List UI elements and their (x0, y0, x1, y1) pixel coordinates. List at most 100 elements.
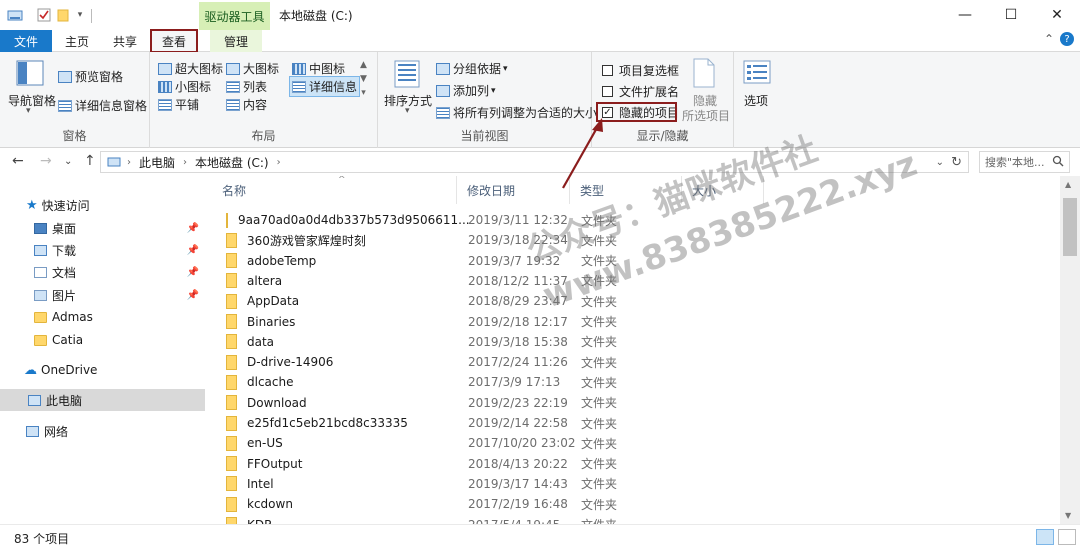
forward-arrow-icon[interactable]: → (40, 153, 52, 169)
back-arrow-icon[interactable]: ← (12, 153, 24, 169)
table-row[interactable]: dlcache 2017/3/9 17:13 文件夹 (212, 372, 1060, 392)
scroll-up-chevron-icon[interactable]: ▲ (1065, 180, 1071, 189)
folder-icon (34, 334, 47, 346)
breadcrumb-local-disk[interactable]: 本地磁盘 (C:) (195, 154, 269, 171)
nav-quick-access[interactable]: ★ 快速访问 (0, 194, 205, 216)
navigation-pane-button[interactable]: 导航窗格 (8, 92, 56, 109)
list-option[interactable]: 列表 (226, 78, 267, 95)
options-icon[interactable] (743, 60, 771, 84)
tiles-option[interactable]: 平铺 (158, 96, 199, 113)
file-extensions-toggle[interactable]: 文件扩展名 (602, 83, 679, 100)
content-option[interactable]: 内容 (226, 96, 267, 113)
group-by-button[interactable]: 分组依据 ▾ (436, 60, 508, 77)
table-row[interactable]: Download 2019/2/23 22:19 文件夹 (212, 393, 1060, 413)
customize-toolbar-chevron-icon[interactable]: ▾ (74, 6, 86, 24)
collapse-ribbon-icon[interactable]: ⌃ (1044, 32, 1054, 46)
app-icon[interactable] (6, 6, 24, 24)
search-input[interactable]: 搜索"本地... (979, 151, 1070, 173)
table-row[interactable]: D-drive-14906 2017/2/24 11:26 文件夹 (212, 352, 1060, 372)
details-pane-button[interactable]: 详细信息窗格 (58, 97, 147, 114)
details-option[interactable]: 详细信息 (289, 76, 361, 97)
breadcrumb-separator-icon: › (127, 156, 131, 168)
tab-view[interactable]: 查看 (150, 29, 198, 53)
table-row[interactable]: KDR 2017/5/4 19:45 文件夹 (212, 515, 1060, 524)
nav-onedrive[interactable]: ☁ OneDrive (0, 359, 205, 381)
nav-this-pc[interactable]: 此电脑 (0, 389, 205, 411)
recent-locations-chevron-icon[interactable]: ⌄ (64, 156, 72, 167)
layout-group-label: 布局 (251, 129, 276, 143)
pin-icon[interactable]: 📌 (187, 267, 199, 278)
pin-icon[interactable]: 📌 (187, 245, 199, 256)
nav-item-downloads[interactable]: 下载 📌 (0, 239, 205, 261)
sort-by-icon[interactable] (394, 60, 420, 88)
tab-file[interactable]: 文件 (0, 30, 52, 52)
table-row[interactable]: Binaries 2019/2/18 12:17 文件夹 (212, 312, 1060, 332)
table-row[interactable]: adobeTemp 2019/3/7 19:32 文件夹 (212, 251, 1060, 271)
refresh-icon[interactable]: ↻ (951, 155, 962, 170)
nav-item-documents[interactable]: 文档 📌 (0, 261, 205, 283)
hide-selected-items-icon[interactable] (692, 58, 716, 88)
options-button[interactable]: 选项 (744, 92, 768, 109)
folder-icon (226, 476, 237, 492)
item-checkboxes-toggle[interactable]: 项目复选框 (602, 62, 679, 79)
folder-icon (226, 273, 237, 289)
properties-icon[interactable] (36, 6, 52, 24)
breadcrumb-this-pc[interactable]: 此电脑 (139, 154, 175, 171)
table-row[interactable]: 360游戏管家辉煌时刻 2019/3/18 22:34 文件夹 (212, 230, 1060, 250)
maximize-button[interactable]: ☐ (988, 0, 1034, 30)
table-row[interactable]: data 2019/3/18 15:38 文件夹 (212, 332, 1060, 352)
item-checkboxes-checkbox[interactable] (602, 65, 613, 76)
large-icons-option[interactable]: 大图标 (226, 60, 279, 77)
tab-home[interactable]: 主页 (56, 30, 98, 52)
scrollbar-thumb[interactable] (1063, 198, 1077, 256)
sort-by-chevron-icon[interactable]: ▾ (405, 106, 410, 116)
add-columns-chevron-icon: ▾ (491, 85, 496, 96)
medium-icons-option[interactable]: 中图标 (292, 60, 345, 77)
pin-icon[interactable]: 📌 (187, 223, 199, 234)
minimize-button[interactable]: — (942, 0, 988, 30)
preview-pane-button[interactable]: 预览窗格 (58, 68, 123, 85)
file-extensions-checkbox[interactable] (602, 86, 613, 97)
ribbon-tab-row: 文件 主页 共享 查看 管理 ⌃ ? (0, 29, 1080, 53)
vertical-scrollbar[interactable]: ▲ ▼ (1060, 176, 1080, 524)
small-icons-option[interactable]: 小图标 (158, 78, 211, 95)
file-name-cell: data (226, 332, 456, 352)
table-row[interactable]: Intel 2019/3/17 14:43 文件夹 (212, 474, 1060, 494)
help-icon[interactable]: ? (1060, 32, 1074, 46)
column-header-size[interactable]: 大小 (682, 176, 764, 204)
table-row[interactable]: kcdown 2017/2/19 16:48 文件夹 (212, 494, 1060, 514)
medium-icons-label: 中图标 (309, 62, 346, 76)
table-row[interactable]: 9aa70ad0a0d4db337b573d9506611... 2019/3/1… (212, 210, 1060, 230)
layout-scroll-control[interactable]: ▲ ▼ ▾ (360, 58, 367, 100)
extra-large-icons-option[interactable]: 超大图标 (158, 60, 223, 77)
large-icons-view-button[interactable] (1058, 529, 1076, 545)
scroll-down-chevron-icon[interactable]: ▼ (1065, 511, 1071, 520)
column-header-name[interactable]: 名称 (212, 176, 457, 204)
up-arrow-icon[interactable]: ↑ (84, 153, 96, 169)
hide-selected-label-2[interactable]: 所选项目 (682, 107, 730, 124)
nav-item-pictures[interactable]: 图片 📌 (0, 284, 205, 306)
table-row[interactable]: altera 2018/12/2 11:37 文件夹 (212, 271, 1060, 291)
add-columns-button[interactable]: 添加列 ▾ (436, 82, 496, 99)
tab-manage[interactable]: 管理 (210, 30, 262, 52)
column-header-date[interactable]: 修改日期 (457, 176, 570, 204)
navigation-pane-icon[interactable] (16, 60, 44, 86)
details-view-button[interactable] (1036, 529, 1054, 545)
nav-item-admas[interactable]: Admas (0, 306, 205, 328)
nav-item-desktop[interactable]: 桌面 📌 (0, 217, 205, 239)
address-input[interactable]: › 此电脑 › 本地磁盘 (C:) › ⌄ ↻ (100, 151, 969, 173)
navigation-pane-chevron-icon[interactable]: ▾ (26, 106, 31, 116)
new-folder-icon[interactable] (56, 6, 70, 24)
table-row[interactable]: FFOutput 2018/4/13 20:22 文件夹 (212, 454, 1060, 474)
pin-icon[interactable]: 📌 (187, 290, 199, 301)
column-header-type[interactable]: 类型 (570, 176, 682, 204)
size-all-columns-button[interactable]: 将所有列调整为合适的大小 (436, 104, 597, 121)
address-dropdown-chevron-icon[interactable]: ⌄ (936, 157, 944, 168)
table-row[interactable]: e25fd1c5eb21bcd8c33335 2019/2/14 22:58 文件夹 (212, 413, 1060, 433)
nav-network[interactable]: 网络 (0, 420, 205, 442)
nav-item-catia[interactable]: Catia (0, 329, 205, 351)
close-button[interactable]: ✕ (1034, 0, 1080, 30)
table-row[interactable]: en-US 2017/10/20 23:02 文件夹 (212, 433, 1060, 453)
tab-share[interactable]: 共享 (104, 30, 146, 52)
table-row[interactable]: AppData 2018/8/29 23:47 文件夹 (212, 291, 1060, 311)
